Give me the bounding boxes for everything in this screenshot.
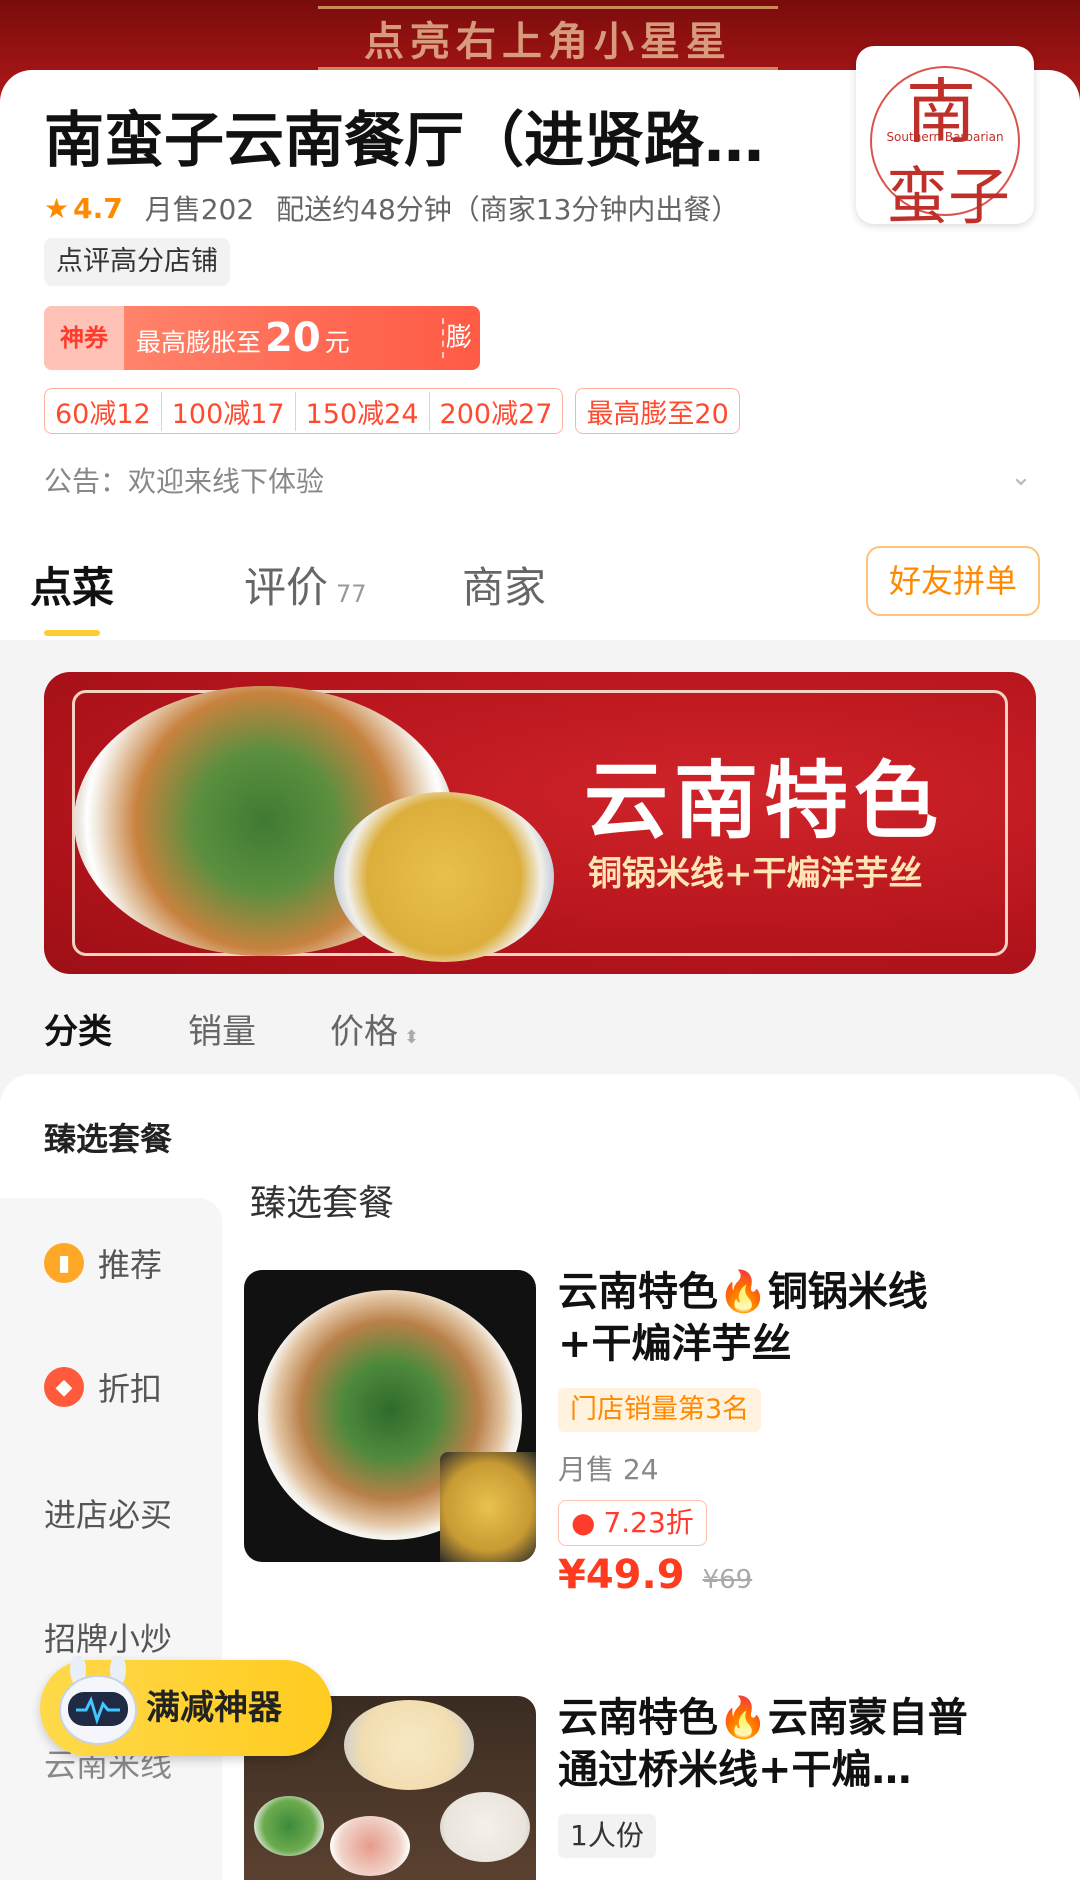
sidebar-item-label: 进店必买 bbox=[44, 1496, 173, 1534]
coupon-text: 最高膨胀至 20 元 bbox=[136, 306, 350, 370]
dish-original-price: ¥69 bbox=[702, 1565, 753, 1595]
coupon-tag: 神券 bbox=[44, 306, 124, 370]
dish-name-line2: 通过桥米线+干煸… bbox=[558, 1747, 912, 1793]
coupon-prefix: 最高膨胀至 bbox=[136, 328, 262, 357]
tab-order-label: 点菜 bbox=[30, 563, 115, 612]
active-tab-indicator bbox=[44, 630, 100, 636]
dish-name[interactable]: 云南特色🔥云南蒙自普 通过桥米线+干煸… bbox=[558, 1692, 968, 1796]
coupon-unit: 元 bbox=[324, 328, 350, 357]
side-dish-photo bbox=[330, 1816, 410, 1876]
promo-banner[interactable]: 云南特色 铜锅米线+干煸洋芋丝 bbox=[44, 672, 1036, 974]
bookmark-icon: ▮ bbox=[44, 1243, 84, 1283]
dish-discount-badge: ● 7.23折 bbox=[558, 1500, 707, 1546]
discount-tier: 150减24 bbox=[294, 391, 429, 431]
dish-price: ¥49.9 bbox=[558, 1552, 685, 1598]
sidebar-item-label: 折扣 bbox=[98, 1370, 163, 1408]
coupon-banner[interactable]: 神券 最高膨胀至 20 元 膨胀 bbox=[44, 306, 480, 417]
dish-name[interactable]: 云南特色🔥铜锅米线 +干煸洋芋丝 bbox=[558, 1266, 928, 1370]
discount-extra-label: 最高膨至20 bbox=[586, 398, 729, 430]
monthly-sales: 月售202 bbox=[144, 193, 255, 226]
side-dish-photo bbox=[440, 1792, 530, 1862]
sidebar-active-category[interactable]: 臻选套餐 bbox=[44, 1114, 172, 1160]
discount-tier: 200减27 bbox=[428, 391, 563, 431]
dish-name-part: 云南特色 bbox=[558, 1695, 718, 1741]
top-banner-decoration: 点亮右上角小星星 bbox=[318, 6, 778, 70]
fire-icon: 🔥 bbox=[718, 1269, 768, 1315]
dish-name-line1: 云南特色🔥云南蒙自普 bbox=[558, 1692, 968, 1744]
sort-price-label: 价格 bbox=[330, 1012, 398, 1052]
sort-sales[interactable]: 销量 bbox=[188, 1004, 256, 1053]
sales-rank-badge: 门店销量第3名 bbox=[558, 1388, 762, 1432]
chevron-down-icon[interactable]: ⌄ bbox=[1010, 462, 1032, 492]
group-order-button[interactable]: 好友拼单 bbox=[866, 546, 1040, 616]
star-icon: ★ bbox=[44, 191, 70, 225]
discount-tier: 60减12 bbox=[55, 398, 151, 430]
dish-price-row: ¥49.9 ¥69 bbox=[558, 1552, 752, 1598]
store-notice[interactable]: 公告：欢迎来线下体验 bbox=[44, 460, 324, 500]
fire-icon: 🔥 bbox=[718, 1695, 768, 1741]
sidebar-item-discount[interactable]: ◆ 折扣 bbox=[44, 1364, 162, 1410]
coupon-expand-button[interactable]: 膨胀 bbox=[446, 306, 480, 417]
store-logo[interactable]: 南 Southern Barbarian 蛮子 bbox=[856, 46, 1034, 233]
sidebar-item-label: 招牌小炒 bbox=[44, 1620, 173, 1658]
discount-tiers[interactable]: 60减12 100减17 150减24 200减27 bbox=[44, 388, 564, 434]
potato-plate-image bbox=[334, 792, 554, 962]
banner-subtitle: 铜锅米线+干煸洋芋丝 bbox=[588, 854, 923, 894]
dish-image[interactable] bbox=[244, 1270, 536, 1562]
discount-helper-button[interactable]: 满减神器 bbox=[40, 1656, 332, 1756]
tab-reviews-label: 评价 bbox=[244, 563, 329, 612]
dish-monthly-sales: 月售 24 bbox=[558, 1453, 659, 1486]
dish-name-part: 云南特色 bbox=[558, 1269, 718, 1315]
top-banner-text: 点亮右上角小星星 bbox=[364, 19, 732, 65]
sort-bar: 分类 销量 价格 ⬍ bbox=[0, 990, 1080, 1060]
store-rating: ★ 4.7 bbox=[44, 192, 123, 225]
tab-merchant[interactable]: 商家 bbox=[462, 554, 546, 615]
soup-bowl-photo bbox=[344, 1700, 474, 1790]
side-dish-photo bbox=[254, 1796, 324, 1856]
sidebar-item-signature[interactable]: 招牌小炒 bbox=[44, 1614, 172, 1660]
coupon-separator bbox=[442, 318, 444, 358]
dish-discount-value: 7.23折 bbox=[603, 1506, 694, 1539]
store-name[interactable]: 南蛮子云南餐厅（进贤路… bbox=[44, 92, 764, 179]
serving-size-badge: 1人份 bbox=[558, 1814, 656, 1858]
tab-order[interactable]: 点菜 bbox=[30, 554, 114, 615]
discount-tag-icon: ◆ bbox=[44, 1367, 84, 1407]
sidebar-item-recommend[interactable]: ▮ 推荐 bbox=[44, 1240, 162, 1286]
delivery-info: 配送约48分钟（商家13分钟内出餐） bbox=[276, 193, 740, 226]
tab-merchant-label: 商家 bbox=[462, 563, 547, 612]
banner-title: 云南特色 bbox=[584, 752, 945, 850]
high-score-badge[interactable]: 点评高分店铺 bbox=[44, 238, 230, 286]
discount-row[interactable]: 60减12 100减17 150减24 200减27 最高膨至20 bbox=[44, 388, 740, 434]
menu-section-title: 臻选套餐 bbox=[250, 1183, 395, 1224]
price-tag-icon: ● bbox=[571, 1506, 596, 1539]
logo-latin-text: Southern Barbarian bbox=[886, 130, 1004, 144]
coupon-amount: 20 bbox=[265, 315, 321, 361]
sort-price[interactable]: 价格 ⬍ bbox=[330, 1004, 419, 1053]
discount-extra[interactable]: 最高膨至20 bbox=[575, 388, 740, 434]
sidebar-item-label: 推荐 bbox=[98, 1246, 163, 1284]
dish-name-part: 云南蒙自普 bbox=[767, 1695, 968, 1741]
rating-value: 4.7 bbox=[73, 191, 123, 225]
sort-arrows-icon: ⬍ bbox=[404, 1027, 420, 1048]
robot-mascot-icon bbox=[59, 1656, 137, 1745]
sidebar-item-must-buy[interactable]: 进店必买 bbox=[44, 1490, 172, 1536]
discount-helper-label: 满减神器 bbox=[146, 1688, 282, 1728]
tab-reviews[interactable]: 评价 77 bbox=[244, 554, 367, 615]
logo-bottom-glyph: 蛮子 bbox=[886, 160, 1011, 233]
dish-name-line2: +干煸洋芋丝 bbox=[558, 1321, 792, 1367]
tab-reviews-count: 77 bbox=[336, 580, 367, 608]
discount-tier: 100减17 bbox=[160, 391, 295, 431]
dish-name-part: 铜锅米线 bbox=[767, 1269, 928, 1315]
sort-category[interactable]: 分类 bbox=[44, 1004, 112, 1053]
dish-name-line1: 云南特色🔥铜锅米线 bbox=[558, 1266, 928, 1318]
store-meta-row: ★ 4.7 月售202 配送约48分钟（商家13分钟内出餐） bbox=[44, 188, 739, 228]
potato-inset-photo bbox=[440, 1452, 536, 1562]
